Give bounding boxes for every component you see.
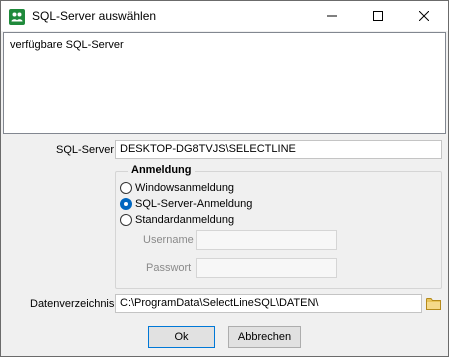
username-input[interactable] bbox=[196, 230, 337, 250]
radio-sql-login-label: SQL-Server-Anmeldung bbox=[135, 198, 253, 210]
data-dir-label: Datenverzeichnis: bbox=[30, 298, 118, 310]
folder-icon bbox=[425, 297, 441, 310]
app-icon bbox=[9, 9, 25, 25]
cancel-button[interactable]: Abbrechen bbox=[228, 326, 301, 348]
data-dir-input[interactable]: C:\ProgramData\SelectLineSQL\DATEN\ bbox=[115, 294, 422, 313]
username-label: Username bbox=[143, 234, 194, 246]
ok-button[interactable]: Ok bbox=[148, 326, 215, 348]
radio-standard-login-label: Standardanmeldung bbox=[135, 214, 235, 226]
radio-standard-login[interactable]: Standardanmeldung bbox=[120, 214, 234, 226]
close-button[interactable] bbox=[401, 1, 447, 31]
title-bar[interactable]: SQL-Server auswählen bbox=[1, 1, 448, 31]
browse-folder-button[interactable] bbox=[425, 295, 441, 311]
radio-sql-login[interactable]: SQL-Server-Anmeldung bbox=[120, 198, 252, 210]
password-label: Passwort bbox=[146, 262, 192, 274]
login-group-title: Anmeldung bbox=[128, 164, 195, 176]
minimize-button[interactable] bbox=[309, 1, 355, 31]
close-icon bbox=[419, 11, 429, 21]
radio-button-checked[interactable] bbox=[120, 198, 132, 210]
maximize-icon bbox=[373, 11, 383, 21]
minimize-icon bbox=[327, 15, 337, 17]
sql-server-input[interactable]: DESKTOP-DG8TVJS\SELECTLINE bbox=[115, 140, 442, 159]
sql-server-label: SQL-Server : bbox=[56, 144, 121, 156]
radio-windows-login-label: Windowsanmeldung bbox=[135, 182, 235, 194]
window-title: SQL-Server auswählen bbox=[32, 9, 157, 23]
dialog-window: SQL-Server auswählen verfügbare SQL-Serv… bbox=[0, 0, 449, 357]
password-input[interactable] bbox=[196, 258, 337, 278]
server-list[interactable]: verfügbare SQL-Server bbox=[3, 32, 446, 134]
radio-windows-login[interactable]: Windowsanmeldung bbox=[120, 182, 234, 194]
server-list-header: verfügbare SQL-Server bbox=[10, 39, 124, 51]
radio-button[interactable] bbox=[120, 214, 132, 226]
radio-button[interactable] bbox=[120, 182, 132, 194]
maximize-button[interactable] bbox=[355, 1, 401, 31]
